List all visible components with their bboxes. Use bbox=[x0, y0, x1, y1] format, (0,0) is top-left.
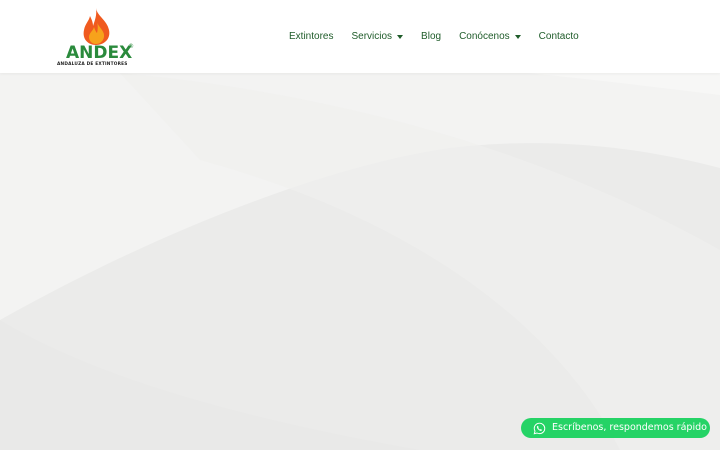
andex-logo[interactable]: ANDEX ® ANDALUZA DE EXTINTORES bbox=[55, 8, 141, 67]
logo-wordmark: ANDEX bbox=[66, 43, 133, 63]
whatsapp-chat-button[interactable]: Escríbenos, respondemos rápido bbox=[521, 418, 710, 438]
nav-item-label: Servicios bbox=[351, 31, 393, 42]
caret-down-icon bbox=[397, 35, 404, 39]
nav-item-label: Blog bbox=[421, 31, 442, 42]
caret-down-icon bbox=[514, 35, 521, 39]
nav-item-servicios[interactable]: Servicios bbox=[351, 30, 404, 44]
whatsapp-icon bbox=[533, 422, 546, 434]
registered-mark: ® bbox=[128, 43, 134, 50]
nav-item-extintores[interactable]: Extintores bbox=[289, 30, 333, 44]
nav-item-conocenos[interactable]: Conócenos bbox=[459, 30, 521, 44]
site-header: ANDEX ® ANDALUZA DE EXTINTORES Extintore… bbox=[0, 0, 720, 73]
whatsapp-button-label: Escríbenos, respondemos rápido bbox=[552, 422, 707, 433]
logo-tagline: ANDALUZA DE EXTINTORES bbox=[57, 62, 128, 67]
nav-item-label: Conócenos bbox=[459, 31, 510, 42]
nav-item-blog[interactable]: Blog bbox=[421, 30, 441, 44]
flame-icon bbox=[83, 8, 110, 45]
main-nav: Extintores Servicios Blog Conócenos Cont… bbox=[289, 30, 579, 44]
nav-item-label: Contacto bbox=[538, 31, 579, 42]
nav-item-contacto[interactable]: Contacto bbox=[539, 30, 579, 44]
nav-item-label: Extintores bbox=[289, 31, 334, 42]
